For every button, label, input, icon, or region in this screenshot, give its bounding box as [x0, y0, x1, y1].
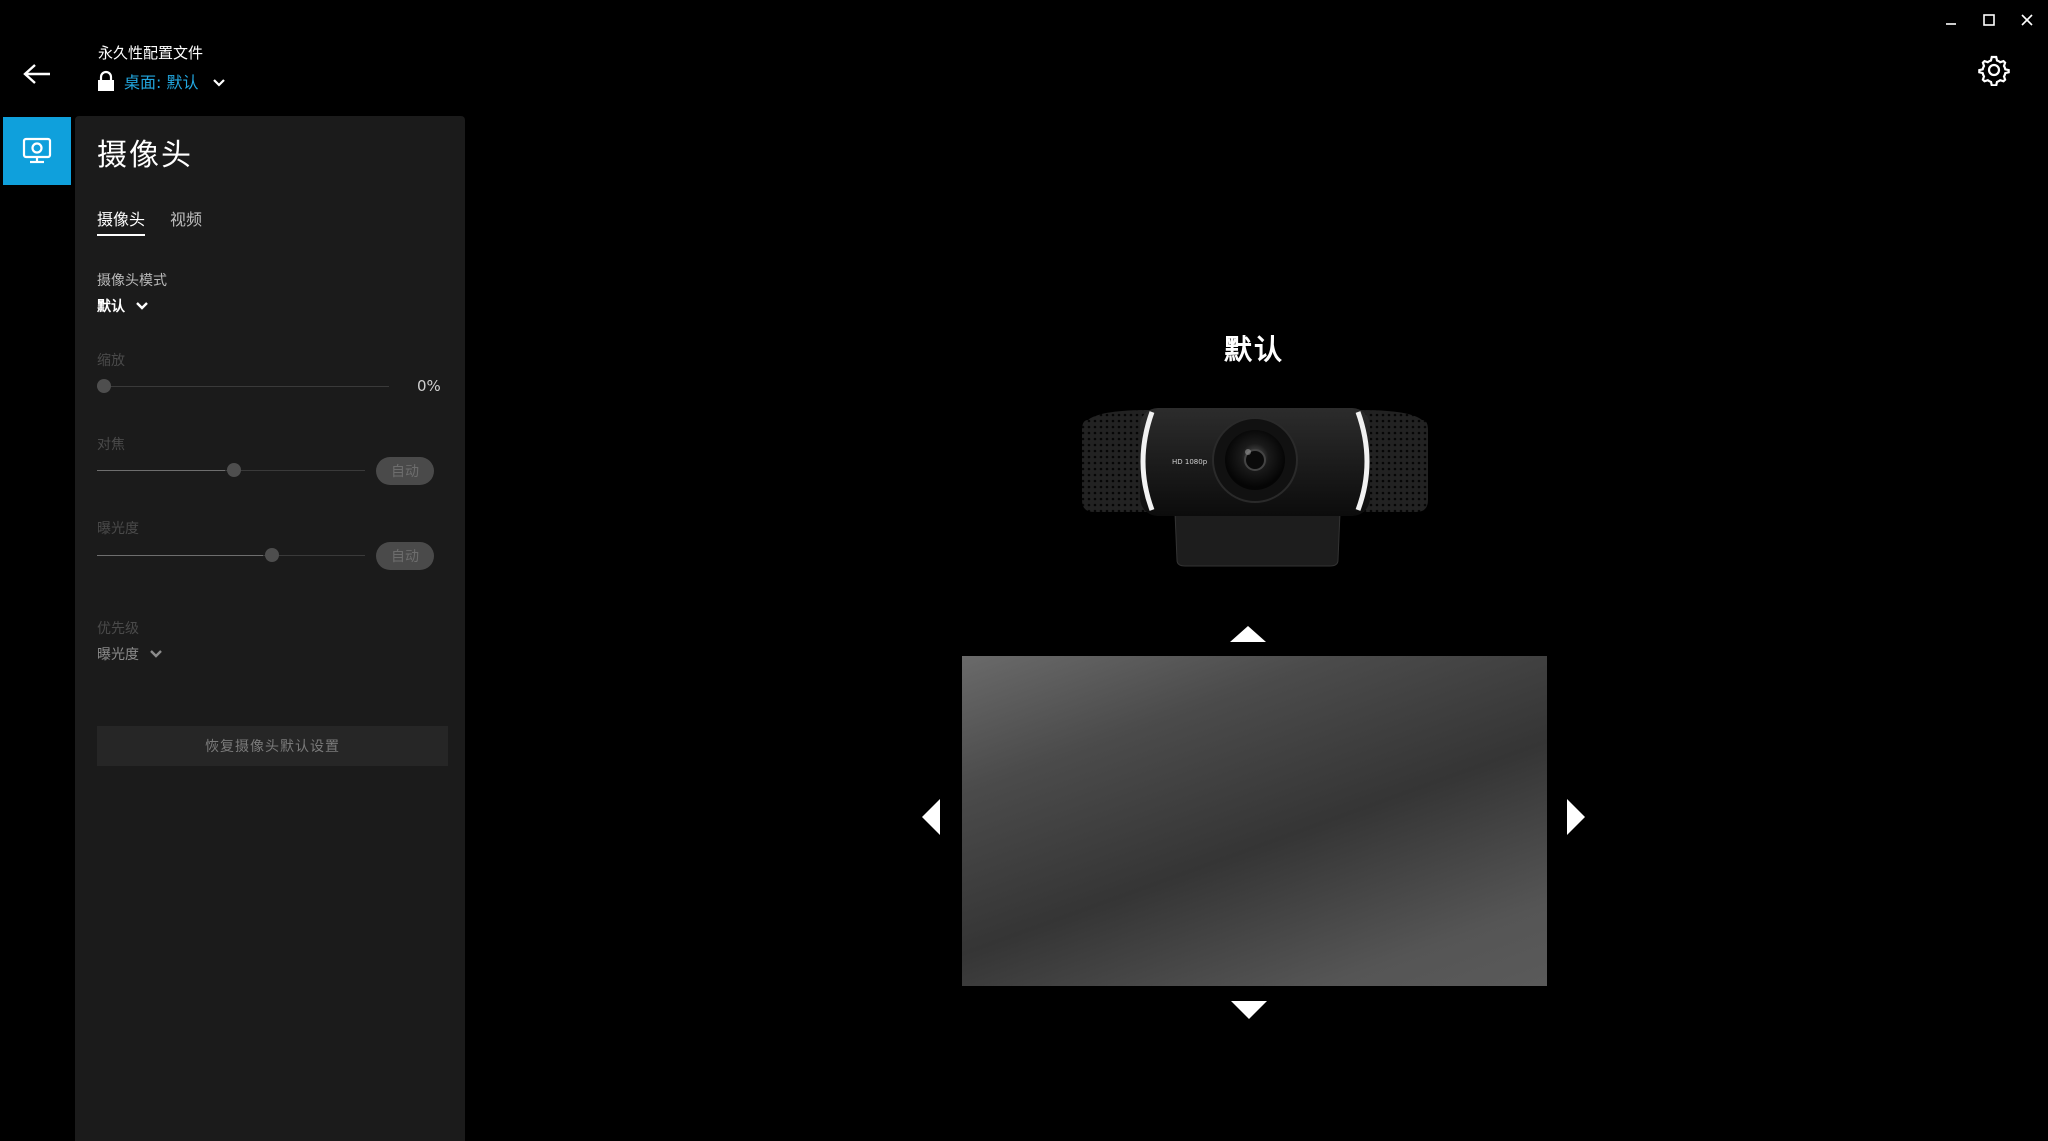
focus-slider-fill	[97, 470, 225, 471]
zoom-slider-thumb[interactable]	[97, 379, 111, 393]
camera-mode-value: 默认	[97, 299, 125, 315]
webcam-icon	[22, 137, 52, 164]
focus-auto-button[interactable]: 自动	[376, 457, 434, 485]
minimize-icon	[1946, 23, 1956, 25]
tab-camera[interactable]: 摄像头	[97, 206, 146, 236]
camera-mode-dropdown[interactable]: 默认	[97, 296, 149, 316]
chevron-down-icon	[213, 79, 226, 87]
focus-slider-thumb[interactable]	[227, 463, 241, 477]
close-icon	[2021, 14, 2033, 26]
priority-value: 曝光度	[97, 647, 139, 663]
exposure-slider-thumb[interactable]	[265, 548, 279, 562]
mode-title: 默认	[1223, 333, 1284, 366]
reset-defaults-button[interactable]: 恢复摄像头默认设置	[97, 726, 448, 766]
camera-mode-label: 摄像头模式	[97, 273, 167, 289]
zoom-value: 0%	[417, 377, 441, 395]
tilt-down-arrow-icon[interactable]	[1229, 999, 1269, 1021]
exposure-slider[interactable]	[97, 547, 365, 563]
gear-icon	[1978, 55, 2010, 86]
focus-slider[interactable]	[97, 462, 365, 478]
tilt-up-arrow-icon[interactable]	[1228, 624, 1268, 644]
exposure-slider-fill	[97, 555, 263, 556]
camera-preview[interactable]	[962, 656, 1547, 986]
back-arrow-icon	[23, 64, 50, 84]
back-button[interactable]	[14, 54, 60, 94]
panel-title: 摄像头	[97, 138, 193, 173]
lock-icon	[98, 70, 114, 91]
chevron-down-icon	[136, 302, 148, 310]
zoom-slider[interactable]	[97, 378, 389, 394]
zoom-label: 缩放	[97, 353, 125, 369]
priority-label: 优先级	[97, 621, 139, 637]
profile-title: 永久性配置文件	[98, 44, 204, 62]
chevron-down-icon	[150, 650, 162, 658]
camera-settings-panel: 摄像头 摄像头 视频 摄像头模式 默认 缩放 0% 对焦 自动 曝光度 自动 优…	[75, 116, 465, 1141]
close-button[interactable]	[2012, 8, 2042, 32]
pan-right-arrow-icon[interactable]	[1565, 797, 1587, 837]
minimize-button[interactable]	[1936, 8, 1966, 32]
settings-button[interactable]	[1974, 50, 2014, 90]
maximize-button[interactable]	[1974, 8, 2004, 32]
sidebar-item-camera[interactable]	[3, 117, 71, 185]
priority-dropdown[interactable]: 曝光度	[97, 644, 163, 664]
zoom-slider-track	[97, 386, 389, 387]
focus-label: 对焦	[97, 437, 125, 453]
profile-selector[interactable]: 桌面: 默认	[96, 68, 226, 94]
profile-name: 桌面: 默认	[124, 73, 199, 92]
webcam-badge: HD 1080p	[1172, 458, 1208, 466]
pan-left-arrow-icon[interactable]	[920, 797, 942, 837]
exposure-label: 曝光度	[97, 521, 139, 537]
tab-video[interactable]: 视频	[170, 206, 202, 234]
maximize-icon	[1983, 14, 1995, 26]
exposure-auto-button[interactable]: 自动	[376, 542, 434, 570]
webcam-image: HD 1080p	[1082, 408, 1428, 567]
